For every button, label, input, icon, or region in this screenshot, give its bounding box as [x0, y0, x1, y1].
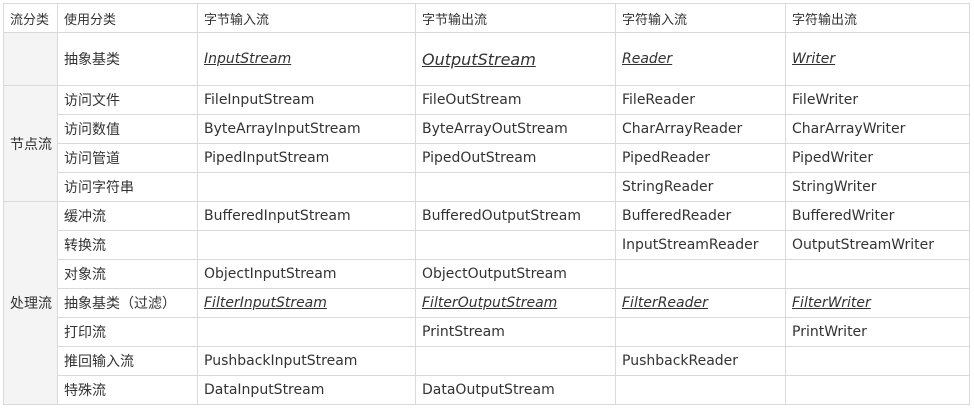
abstract-byte-output-link[interactable]: OutputStream: [415, 32, 616, 86]
processing-stream-label: 处理流: [3, 201, 58, 405]
header-usage-category: 使用分类: [57, 3, 198, 33]
table-row: 转换流 InputStreamReader OutputStreamWriter: [4, 230, 970, 260]
char-input-cell: PushbackReader: [615, 346, 786, 376]
byte-output-cell: [415, 230, 616, 260]
byte-input-cell: ObjectInputStream: [197, 259, 416, 289]
byte-output-cell: PrintStream: [415, 317, 616, 347]
header-char-output: 字符输出流: [785, 3, 970, 33]
header-stream-category: 流分类: [3, 3, 58, 33]
char-output-cell: CharArrayWriter: [785, 114, 970, 144]
byte-output-cell: [415, 172, 616, 202]
table-row: 节点流 访问文件 FileInputStream FileOutStream F…: [3, 85, 970, 202]
category-cell-empty: [3, 32, 58, 86]
byte-input-cell: PushbackInputStream: [197, 346, 416, 376]
usage-cell: 特殊流: [57, 375, 198, 405]
char-output-cell: PrintWriter: [785, 317, 970, 347]
char-output-cell: [785, 259, 970, 289]
abstract-char-output-link[interactable]: Writer: [785, 32, 970, 86]
filter-char-output-link[interactable]: FilterWriter: [785, 288, 970, 318]
byte-input-cell: BufferedInputStream: [197, 201, 416, 231]
byte-input-cell: ByteArrayInputStream: [197, 114, 416, 144]
byte-input-cell: FileInputStream: [197, 85, 416, 115]
byte-output-cell: PipedOutStream: [415, 143, 616, 173]
abstract-byte-input-link[interactable]: InputStream: [197, 32, 416, 86]
filter-char-input-link[interactable]: FilterReader: [615, 288, 786, 318]
char-output-cell: FileWriter: [785, 85, 970, 115]
java-io-stream-table: 流分类 使用分类 字节输入流 字节输出流 字符输入流 字符输出流 抽象基类 In…: [3, 3, 970, 405]
usage-cell: 抽象基类（过滤）: [57, 288, 198, 318]
byte-input-cell: PipedInputStream: [197, 143, 416, 173]
table-row: 处理流 缓冲流 BufferedInputStream BufferedOutp…: [3, 201, 970, 405]
filter-byte-output-link[interactable]: FilterOutputStream: [415, 288, 616, 318]
table-row: 对象流 ObjectInputStream ObjectOutputStream: [4, 259, 970, 289]
byte-input-cell: [197, 317, 416, 347]
char-input-cell: InputStreamReader: [615, 230, 786, 260]
usage-cell: 对象流: [57, 259, 198, 289]
usage-cell: 转换流: [57, 230, 198, 260]
char-input-cell: StringReader: [615, 172, 786, 202]
char-input-cell: FileReader: [615, 85, 786, 115]
char-input-cell: PipedReader: [615, 143, 786, 173]
usage-cell: 打印流: [57, 317, 198, 347]
usage-cell: 访问字符串: [57, 172, 198, 202]
char-input-cell: BufferedReader: [615, 201, 786, 231]
usage-cell: 访问管道: [57, 143, 198, 173]
char-input-cell: CharArrayReader: [615, 114, 786, 144]
table-row: 抽象基类（过滤） FilterInputStream FilterOutputS…: [4, 288, 970, 318]
char-output-cell: [785, 375, 970, 405]
char-output-cell: StringWriter: [785, 172, 970, 202]
byte-output-cell: BufferedOutputStream: [415, 201, 616, 231]
node-stream-label: 节点流: [3, 85, 58, 202]
char-output-cell: BufferedWriter: [785, 201, 970, 231]
byte-output-cell: ByteArrayOutStream: [415, 114, 616, 144]
usage-cell: 推回输入流: [57, 346, 198, 376]
byte-output-cell: FileOutStream: [415, 85, 616, 115]
byte-output-cell: DataOutputStream: [415, 375, 616, 405]
table-row: 访问字符串 StringReader StringWriter: [4, 172, 970, 202]
table-row: 抽象基类 InputStream OutputStream Reader Wri…: [3, 32, 970, 86]
byte-input-cell: [197, 172, 416, 202]
byte-input-cell: DataInputStream: [197, 375, 416, 405]
byte-output-cell: ObjectOutputStream: [415, 259, 616, 289]
header-row: 流分类 使用分类 字节输入流 字节输出流 字符输入流 字符输出流: [3, 3, 970, 33]
char-output-cell: [785, 346, 970, 376]
table-row: 推回输入流 PushbackInputStream PushbackReader: [4, 346, 970, 376]
usage-cell: 抽象基类: [57, 32, 198, 86]
header-byte-output: 字节输出流: [415, 3, 616, 33]
header-char-input: 字符输入流: [615, 3, 786, 33]
abstract-char-input-link[interactable]: Reader: [615, 32, 786, 86]
byte-output-cell: [415, 346, 616, 376]
table-row: 特殊流 DataInputStream DataOutputStream: [4, 375, 970, 405]
header-byte-input: 字节输入流: [197, 3, 416, 33]
usage-cell: 缓冲流: [57, 201, 198, 231]
usage-cell: 访问文件: [57, 85, 198, 115]
usage-cell: 访问数值: [57, 114, 198, 144]
char-input-cell: [615, 375, 786, 405]
filter-byte-input-link[interactable]: FilterInputStream: [197, 288, 416, 318]
table-row: 打印流 PrintStream PrintWriter: [4, 317, 970, 347]
char-output-cell: OutputStreamWriter: [785, 230, 970, 260]
byte-input-cell: [197, 230, 416, 260]
table-row: 访问管道 PipedInputStream PipedOutStream Pip…: [4, 143, 970, 173]
char-input-cell: [615, 317, 786, 347]
char-output-cell: PipedWriter: [785, 143, 970, 173]
char-input-cell: [615, 259, 786, 289]
table-row: 访问数值 ByteArrayInputStream ByteArrayOutSt…: [4, 114, 970, 144]
